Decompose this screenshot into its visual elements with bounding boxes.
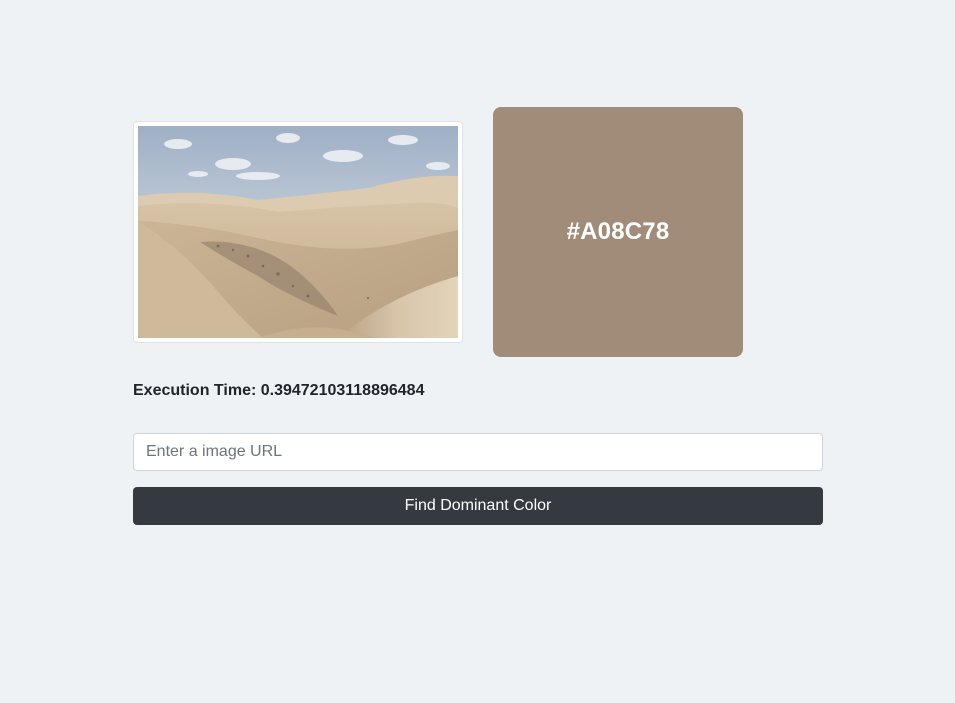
image-url-input[interactable] (133, 433, 823, 471)
execution-time-text: Execution Time: 0.39472103118896484 (133, 382, 425, 399)
desert-photo (138, 126, 458, 338)
page: #A08C78 Execution Time: 0.39472103118896… (0, 0, 955, 703)
dominant-color-swatch: #A08C78 (493, 107, 743, 357)
image-preview (133, 121, 463, 343)
find-dominant-color-button[interactable]: Find Dominant Color (133, 487, 823, 525)
dominant-color-hex-label: #A08C78 (566, 218, 670, 245)
